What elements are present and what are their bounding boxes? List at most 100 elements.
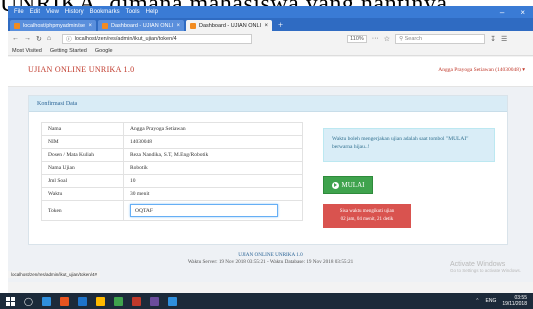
info-icon: ⓘ: [66, 36, 72, 43]
menu-tools[interactable]: Tools: [126, 9, 140, 15]
tab-label: localhost/phpmyadmin/serv...: [23, 22, 86, 29]
activate-title: Activate Windows: [449, 261, 506, 268]
file-explorer-icon[interactable]: [95, 296, 105, 306]
row-key: Nama: [41, 122, 124, 136]
menu-file[interactable]: File: [14, 9, 24, 15]
language-indicator[interactable]: ENG: [486, 298, 497, 304]
download-icon[interactable]: ↧: [490, 35, 496, 43]
remaining-time-value: 02 jam, 04 menit, 21 detik: [340, 217, 394, 222]
table-row: Jml Soal 10: [41, 174, 303, 188]
tab-phpmyadmin[interactable]: localhost/phpmyadmin/serv... ×: [10, 20, 96, 31]
row-key: Dosen / Mata Kuliah: [41, 148, 124, 162]
row-value: 14030048: [123, 135, 303, 149]
row-key: NIM: [41, 135, 124, 149]
remaining-time-label: Sisa waktu mengikuti ujian: [339, 209, 395, 214]
menu-edit[interactable]: Edit: [30, 9, 40, 15]
app-header: UJIAN ONLINE UNRIKA 1.0 Angga Prayoga Se…: [8, 57, 533, 87]
info-alert: Waktu boleh mengerjakan ujian adalah saa…: [323, 128, 495, 162]
tab-label: Dashboard - UJIAN ONLINE U...: [199, 22, 261, 29]
bookmark-google[interactable]: Google: [95, 48, 113, 54]
close-tab-icon[interactable]: ×: [88, 23, 92, 29]
close-tab-icon[interactable]: ×: [176, 23, 180, 29]
close-tab-icon[interactable]: ×: [264, 23, 268, 29]
more-icon[interactable]: ···: [372, 35, 379, 42]
app-icon[interactable]: [149, 296, 159, 306]
remaining-time-alert: Sisa waktu mengikuti ujian 02 jam, 04 me…: [323, 204, 411, 228]
footer-title: UJIAN ONLINE UNRIKA 1.0: [238, 252, 303, 258]
row-key: Jml Soal: [41, 174, 124, 188]
row-key: Nama Ujian: [41, 161, 124, 175]
tab-label: Dashboard - UJIAN ONLINE U...: [111, 22, 173, 29]
reload-icon[interactable]: ↻: [36, 35, 42, 43]
forward-icon[interactable]: →: [24, 35, 31, 42]
navigation-bar: ← → ↻ ⌂ ⓘ localhost/zen/res/admin/ikut_u…: [8, 31, 533, 46]
bookmarks-toolbar: Most Visited Getting Started Google: [8, 46, 533, 56]
row-value: Reza Nandika, S.T, M.Eng/Robotik: [123, 148, 303, 162]
tab-dashboard-1[interactable]: Dashboard - UJIAN ONLINE U... ×: [98, 20, 184, 31]
system-tray: ⌃ ENG 03:55 19/11/2018: [475, 295, 533, 307]
status-url: localhost/zen/res/admin/ikut_ujian/token…: [8, 271, 101, 278]
tray-chevron-icon[interactable]: ⌃: [475, 298, 479, 304]
table-row: Dosen / Mata Kuliah Reza Nandika, S.T, M…: [41, 148, 303, 162]
bookmark-getting-started[interactable]: Getting Started: [50, 48, 87, 54]
search-icon[interactable]: ◯: [24, 297, 33, 306]
clock-date: 19/11/2018: [502, 301, 527, 307]
back-icon[interactable]: ←: [12, 35, 19, 42]
favicon-icon: [14, 22, 20, 29]
window-controls: – ×: [494, 8, 533, 17]
firefox-icon[interactable]: [59, 296, 69, 306]
menu-bookmarks[interactable]: Bookmarks: [90, 9, 120, 15]
row-key: Waktu: [41, 187, 124, 201]
table-row: Token: [41, 200, 303, 221]
browser-window: File Edit View History Bookmarks Tools H…: [8, 6, 533, 293]
app-page: UJIAN ONLINE UNRIKA 1.0 Angga Prayoga Se…: [8, 57, 533, 282]
app-icon[interactable]: [131, 296, 141, 306]
close-window-icon[interactable]: ×: [520, 8, 525, 17]
data-table: Nama Angga Prayoga Setiawan NIM 14030048…: [41, 122, 303, 221]
search-input[interactable]: ⚲ Search: [395, 33, 486, 44]
zoom-level[interactable]: 110%: [347, 34, 367, 43]
edge-icon[interactable]: [41, 296, 51, 306]
table-row: Nama Angga Prayoga Setiawan: [41, 122, 303, 136]
table-row: NIM 14030048: [41, 135, 303, 149]
panel-title: Konfirmasi Data: [29, 96, 507, 112]
confirmation-panel: Konfirmasi Data Nama Angga Prayoga Setia…: [28, 95, 508, 245]
windows-start-icon[interactable]: [6, 296, 15, 306]
minimize-icon[interactable]: –: [500, 8, 504, 17]
menu-view[interactable]: View: [46, 9, 59, 15]
user-menu[interactable]: Angga Prayoga Setiawan (14030048) ▾: [438, 67, 525, 73]
table-row: Waktu 30 menit: [41, 187, 303, 201]
app-icon[interactable]: [167, 296, 177, 306]
app-title[interactable]: UJIAN ONLINE UNRIKA 1.0: [28, 65, 134, 74]
play-circle-icon: [331, 181, 339, 189]
store-icon[interactable]: [113, 296, 123, 306]
favicon-icon: [190, 22, 196, 29]
library-icon[interactable]: ☰: [501, 35, 507, 43]
row-value: Robotik: [123, 161, 303, 175]
token-input[interactable]: [130, 204, 278, 217]
new-tab-button[interactable]: +: [278, 20, 283, 31]
search-placeholder: Search: [404, 35, 423, 42]
task-view-icon[interactable]: [77, 296, 87, 306]
favicon-icon: [102, 22, 108, 29]
menu-bar: File Edit View History Bookmarks Tools H…: [8, 6, 533, 18]
token-cell: [123, 200, 303, 221]
start-exam-button[interactable]: MULAI: [323, 176, 373, 194]
tab-strip: localhost/phpmyadmin/serv... × Dashboard…: [8, 18, 533, 31]
home-icon[interactable]: ⌂: [47, 35, 51, 42]
menu-history[interactable]: History: [65, 9, 84, 15]
table-row: Nama Ujian Robotik: [41, 161, 303, 175]
star-icon[interactable]: ☆: [384, 35, 390, 43]
menu-help[interactable]: Help: [146, 9, 158, 15]
url-text: localhost/zen/res/admin/ikut_ujian/token…: [74, 35, 177, 42]
clock[interactable]: 03:55 19/11/2018: [502, 295, 527, 307]
bookmark-most-visited[interactable]: Most Visited: [12, 48, 42, 54]
activate-subtitle: Go to Settings to activate Windows.: [449, 268, 521, 273]
start-button-label: MULAI: [341, 181, 365, 189]
tab-dashboard-active[interactable]: Dashboard - UJIAN ONLINE U... ×: [186, 20, 272, 31]
token-label: Token: [41, 200, 124, 221]
row-value: 10: [123, 174, 303, 188]
address-bar[interactable]: ⓘ localhost/zen/res/admin/ikut_ujian/tok…: [62, 33, 253, 44]
row-value: 30 menit: [123, 187, 303, 201]
taskbar: ◯ ⌃ ENG 03:55 19/11/2018: [0, 293, 533, 309]
